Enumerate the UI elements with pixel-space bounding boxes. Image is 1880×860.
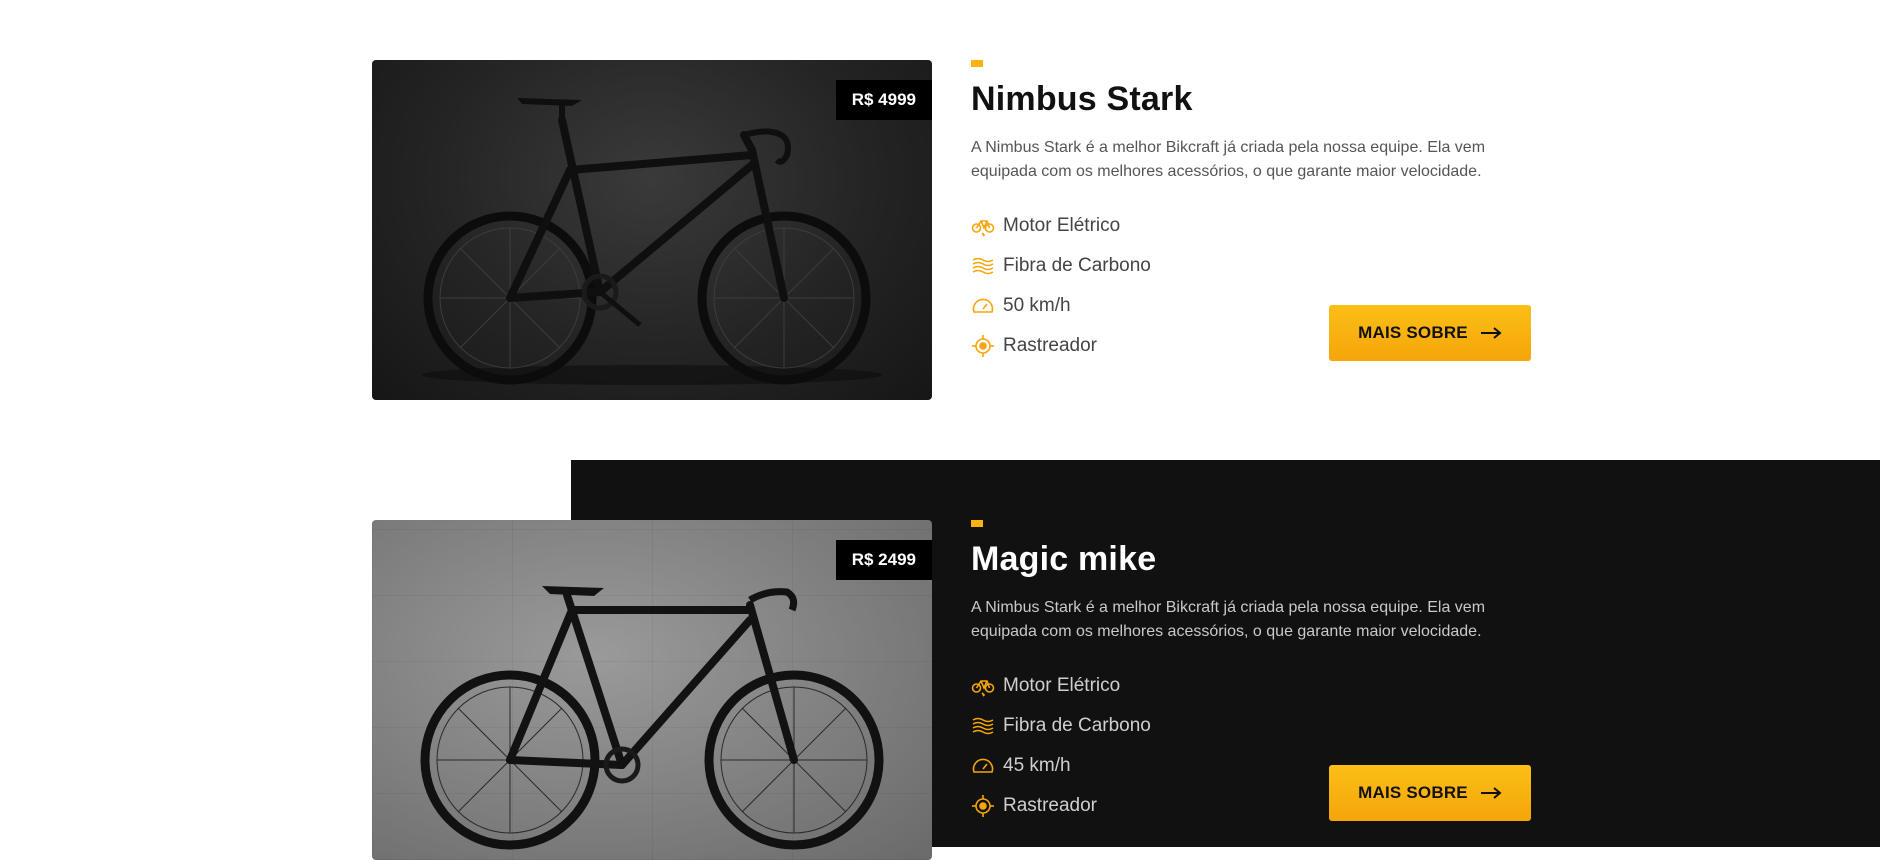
feature-label: Rastreador: [1003, 335, 1097, 356]
button-label: MAIS SOBRE: [1358, 783, 1468, 802]
product-description: A Nimbus Stark é a melhor Bikcraft já cr…: [971, 139, 1486, 180]
electric-motor-icon: [971, 674, 995, 698]
accent-bar: [971, 60, 983, 67]
carbon-fiber-icon: [971, 714, 995, 738]
product-title: Nimbus Stark: [971, 80, 1193, 118]
feature-label: Rastreador: [1003, 795, 1097, 816]
feature-item: Motor Elétrico: [971, 206, 1561, 246]
arrow-right-icon: [1480, 786, 1502, 800]
feature-label: 45 km/h: [1003, 755, 1071, 776]
tracker-icon: [971, 794, 995, 818]
tracker-icon: [971, 334, 995, 358]
feature-label: 50 km/h: [1003, 295, 1071, 316]
accent-bar: [971, 520, 983, 527]
feature-label: Fibra de Carbono: [1003, 255, 1151, 276]
product-description: A Nimbus Stark é a melhor Bikcraft já cr…: [971, 599, 1486, 640]
carbon-fiber-icon: [971, 254, 995, 278]
feature-label: Fibra de Carbono: [1003, 715, 1151, 736]
more-about-button[interactable]: MAIS SOBRE: [1329, 765, 1531, 821]
more-about-button[interactable]: MAIS SOBRE: [1329, 305, 1531, 361]
speedometer-icon: [971, 754, 995, 778]
speedometer-icon: [971, 294, 995, 318]
feature-item: Motor Elétrico: [971, 666, 1561, 706]
product-image[interactable]: R$ 4999: [372, 60, 932, 400]
product-image[interactable]: R$ 2499: [372, 520, 932, 860]
feature-label: Motor Elétrico: [1003, 215, 1121, 236]
feature-item: Fibra de Carbono: [971, 246, 1561, 286]
product-title: Magic mike: [971, 540, 1157, 578]
feature-label: Motor Elétrico: [1003, 675, 1121, 696]
price-tag: R$ 2499: [835, 540, 932, 580]
feature-item: Fibra de Carbono: [971, 706, 1561, 746]
arrow-right-icon: [1480, 326, 1502, 340]
price-tag: R$ 4999: [835, 80, 932, 120]
electric-motor-icon: [971, 214, 995, 238]
button-label: MAIS SOBRE: [1358, 323, 1468, 342]
